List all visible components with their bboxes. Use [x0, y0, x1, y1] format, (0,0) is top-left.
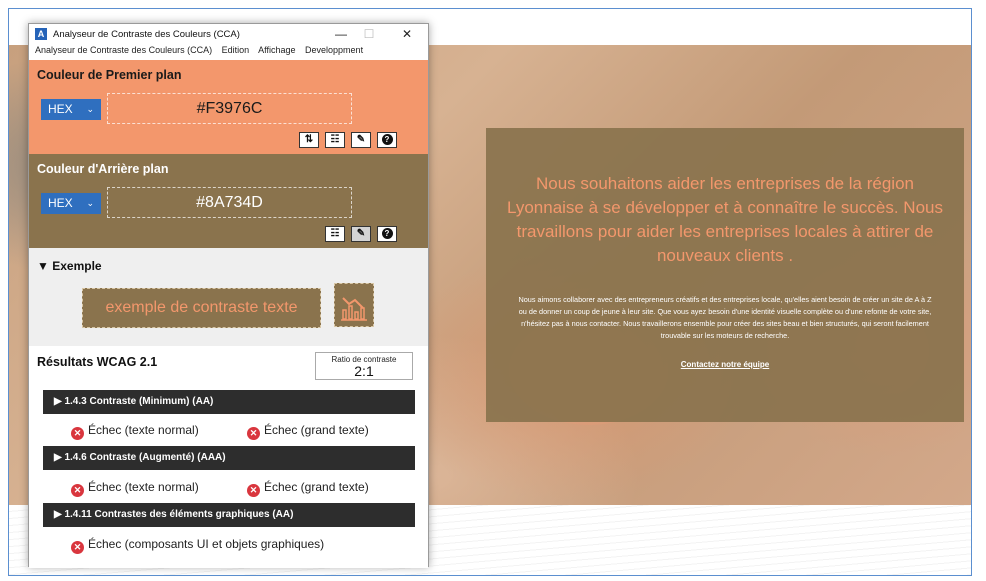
- result-text: Échec (grand texte): [264, 423, 369, 437]
- background-format-value: HEX: [48, 196, 73, 210]
- result-text: Échec (grand texte): [264, 480, 369, 494]
- swap-icon[interactable]: ⇅: [299, 132, 319, 148]
- result-item: ✕ Échec (composants UI et objets graphiqu…: [71, 536, 324, 554]
- sliders-icon[interactable]: ☷: [325, 226, 345, 242]
- chart-icon-graphic: [341, 297, 367, 321]
- menu-item-edition[interactable]: Edition: [222, 45, 250, 55]
- fail-icon: ✕: [71, 484, 84, 497]
- maximize-button[interactable]: ☐: [356, 26, 382, 43]
- chevron-down-icon: ⌄: [86, 104, 94, 114]
- chart-icon: [334, 283, 374, 327]
- help-icon[interactable]: ?: [377, 132, 397, 148]
- criterion-1-4-3-header[interactable]: ▶ 1.4.3 Contraste (Minimum) (AA): [43, 390, 415, 414]
- cca-window: A Analyseur de Contraste des Couleurs (C…: [28, 23, 429, 568]
- menu-item-app[interactable]: Analyseur de Contraste des Couleurs (CCA…: [35, 45, 212, 55]
- window-title: Analyseur de Contraste des Couleurs (CCA…: [53, 29, 240, 40]
- eyedropper-icon[interactable]: ✎: [351, 226, 371, 242]
- hero-heading: Nous souhaitons aider les entreprises de…: [507, 174, 943, 265]
- foreground-hex-input[interactable]: #F3976C: [107, 93, 352, 124]
- menu-bar: Analyseur de Contraste des Couleurs (CCA…: [29, 45, 428, 58]
- title-bar: A Analyseur de Contraste des Couleurs (C…: [29, 24, 428, 45]
- foreground-title: Couleur de Premier plan: [37, 68, 182, 82]
- result-item: ✕ Échec (grand texte): [247, 422, 369, 440]
- criterion-1-4-11-header[interactable]: ▶ 1.4.11 Contrastes des éléments graphiq…: [43, 503, 415, 527]
- fail-icon: ✕: [71, 427, 84, 440]
- example-sample-text: exemple de contraste texte: [82, 288, 321, 328]
- app-logo-icon: A: [35, 28, 47, 40]
- chevron-down-icon: ⌄: [86, 198, 94, 208]
- background-format-select[interactable]: HEX ⌄: [41, 193, 101, 214]
- menu-item-affichage[interactable]: Affichage: [258, 45, 295, 55]
- example-panel: ▼ Exemple exemple de contraste texte: [29, 248, 428, 346]
- result-text: Échec (texte normal): [88, 423, 199, 437]
- foreground-format-value: HEX: [48, 102, 73, 116]
- result-item: ✕ Échec (grand texte): [247, 479, 369, 497]
- fail-icon: ✕: [247, 427, 260, 440]
- criterion-1-4-6-header[interactable]: ▶ 1.4.6 Contraste (Augmenté) (AAA): [43, 446, 415, 470]
- help-icon[interactable]: ?: [377, 226, 397, 242]
- background-hex-input[interactable]: #8A734D: [107, 187, 352, 218]
- eyedropper-icon[interactable]: ✎: [351, 132, 371, 148]
- results-title: Résultats WCAG 2.1: [37, 355, 158, 369]
- minimize-button[interactable]: —: [328, 26, 354, 43]
- menu-item-developpment[interactable]: Developpment: [305, 45, 363, 55]
- background-panel: Couleur d'Arrière plan HEX ⌄ #8A734D ☷ ✎…: [29, 154, 428, 248]
- sliders-icon[interactable]: ☷: [325, 132, 345, 148]
- contrast-ratio-box: Ratio de contraste 2:1: [315, 352, 413, 380]
- result-text: Échec (texte normal): [88, 480, 199, 494]
- result-text: Échec (composants UI et objets graphique…: [88, 537, 325, 551]
- background-title: Couleur d'Arrière plan: [37, 162, 169, 176]
- result-item: ✕ Échec (texte normal): [71, 479, 199, 497]
- foreground-format-select[interactable]: HEX ⌄: [41, 99, 101, 120]
- result-item: ✕ Échec (texte normal): [71, 422, 199, 440]
- contrast-ratio-value: 2:1: [354, 363, 374, 379]
- fail-icon: ✕: [71, 541, 84, 554]
- results-panel: Résultats WCAG 2.1 Ratio de contraste 2:…: [29, 346, 428, 568]
- hero-body: Nous aimons collaborer avec des entrepre…: [518, 295, 932, 340]
- hero-overlay: Nous souhaitons aider les entreprises de…: [486, 128, 964, 422]
- fail-icon: ✕: [247, 484, 260, 497]
- close-button[interactable]: ✕: [394, 26, 420, 43]
- foreground-panel: Couleur de Premier plan HEX ⌄ #F3976C ⇅ …: [29, 60, 428, 154]
- contact-link[interactable]: Contactez notre équipe: [681, 360, 769, 369]
- example-toggle[interactable]: ▼ Exemple: [37, 259, 102, 273]
